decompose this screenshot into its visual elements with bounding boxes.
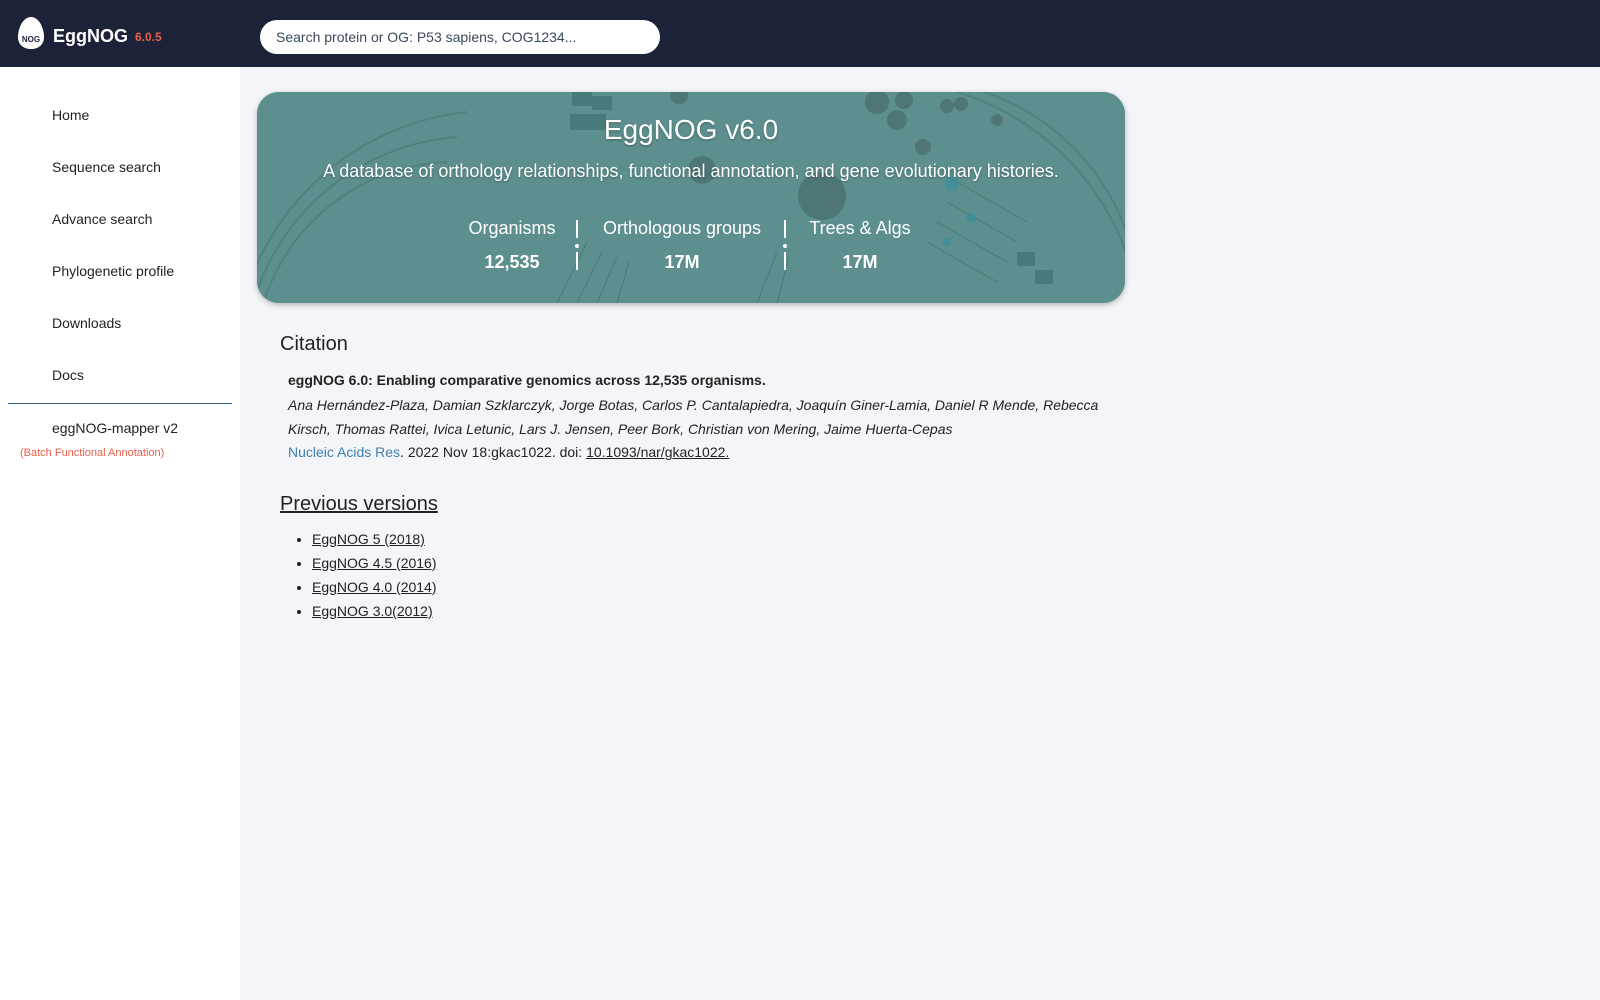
hero-banner: EggNOG v6.0 A database of orthology rela… bbox=[257, 92, 1125, 303]
sidebar-mapper-sublabel: (Batch Functional Annotation) bbox=[20, 447, 165, 459]
journal-link[interactable]: Nucleic Acids Res bbox=[288, 444, 400, 460]
stat-separator bbox=[576, 220, 578, 238]
egg-logo-icon[interactable]: NOG bbox=[17, 16, 45, 50]
previous-version-link[interactable]: EggNOG 5 (2018) bbox=[312, 531, 425, 547]
stat-value-orthologous-groups: 17M bbox=[664, 252, 700, 272]
citation-title: eggNOG 6.0: Enabling comparative genomic… bbox=[288, 372, 766, 388]
sidebar-item-eggnog-mapper[interactable]: eggNOG-mapper v2 bbox=[52, 420, 178, 436]
sidebar-item-sequence-search[interactable]: Sequence search bbox=[52, 159, 161, 175]
sidebar-divider bbox=[8, 403, 232, 404]
list-item: EggNOG 3.0(2012) bbox=[312, 602, 437, 626]
stat-value-trees-algs: 17M bbox=[842, 252, 878, 272]
stat-separator bbox=[784, 252, 786, 270]
previous-version-link[interactable]: EggNOG 4.0 (2014) bbox=[312, 579, 437, 595]
citation-ref-text: . 2022 Nov 18:gkac1022. doi: bbox=[400, 444, 587, 460]
stat-label-organisms: Organisms bbox=[468, 218, 556, 238]
list-item: EggNOG 4.0 (2014) bbox=[312, 578, 437, 602]
list-item: EggNOG 4.5 (2016) bbox=[312, 554, 437, 578]
previous-version-link[interactable]: EggNOG 3.0(2012) bbox=[312, 603, 433, 619]
sidebar-item-advance-search[interactable]: Advance search bbox=[52, 211, 152, 227]
stat-value-organisms: 12,535 bbox=[484, 252, 540, 272]
sidebar: Home Sequence search Advance search Phyl… bbox=[0, 67, 240, 1000]
banner-subtitle: A database of orthology relationships, f… bbox=[323, 161, 1059, 181]
citation-heading: Citation bbox=[280, 333, 348, 355]
previous-versions-list: EggNOG 5 (2018) EggNOG 4.5 (2016) EggNOG… bbox=[312, 530, 437, 626]
citation-reference: Nucleic Acids Res. 2022 Nov 18:gkac1022.… bbox=[288, 444, 729, 460]
stat-separator bbox=[576, 252, 578, 270]
doi-link[interactable]: 10.1093/nar/gkac1022. bbox=[586, 444, 729, 460]
citation-authors: Ana Hernández-Plaza, Damian Szklarczyk, … bbox=[288, 397, 1099, 437]
search-input[interactable] bbox=[260, 20, 660, 54]
stat-separator-dot bbox=[575, 244, 579, 248]
top-bar: NOG EggNOG 6.0.5 bbox=[0, 0, 1600, 67]
sidebar-item-home[interactable]: Home bbox=[52, 107, 89, 123]
stat-label-orthologous-groups: Orthologous groups bbox=[602, 218, 762, 238]
previous-versions-heading[interactable]: Previous versions bbox=[280, 493, 438, 516]
logo-text: NOG bbox=[22, 35, 40, 44]
sidebar-item-docs[interactable]: Docs bbox=[52, 367, 84, 383]
previous-version-link[interactable]: EggNOG 4.5 (2016) bbox=[312, 555, 437, 571]
list-item: EggNOG 5 (2018) bbox=[312, 530, 437, 554]
sidebar-item-downloads[interactable]: Downloads bbox=[52, 315, 121, 331]
brand-name[interactable]: EggNOG bbox=[53, 26, 128, 47]
stat-separator bbox=[784, 220, 786, 238]
sidebar-item-phylogenetic-profile[interactable]: Phylogenetic profile bbox=[52, 263, 174, 279]
version-badge: 6.0.5 bbox=[135, 30, 162, 44]
banner-title: EggNOG v6.0 bbox=[603, 114, 779, 145]
stat-label-trees-algs: Trees & Algs bbox=[809, 218, 911, 238]
stat-separator-dot bbox=[783, 244, 787, 248]
